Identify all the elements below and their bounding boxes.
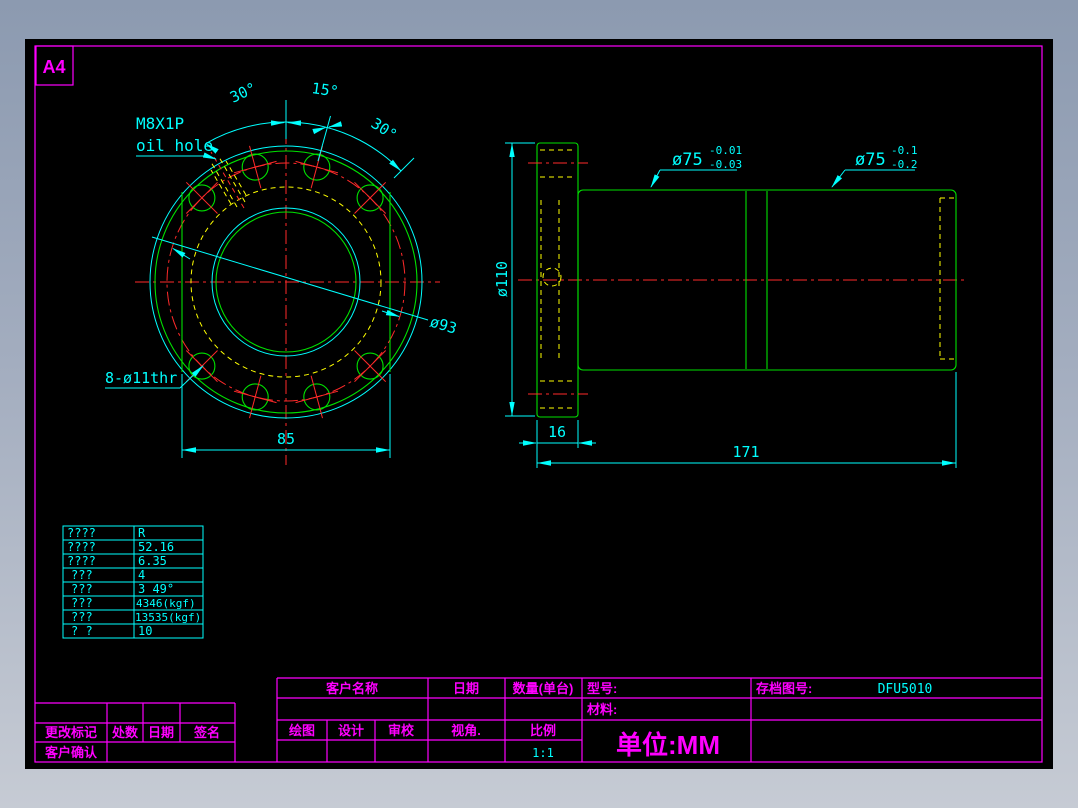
flange-thickness-label: 16 — [548, 423, 566, 441]
material-label: 材料: — [587, 702, 617, 717]
body-tol-upper: -0.1 — [891, 144, 918, 157]
flats-width-label: 85 — [277, 430, 295, 448]
flange-thickness-dimension: 16 — [519, 420, 596, 468]
archive-no-value: DFU5010 — [878, 682, 933, 697]
front-view: 30° 15° 30° M8X1P oil hole 8-ø11thr ø93 — [105, 79, 459, 465]
customer-name-label: 客户名称 — [326, 681, 378, 696]
bcd-dim-label: ø93 — [428, 313, 459, 338]
sign-label: 签名 — [193, 725, 220, 740]
bolt-pattern-label: 8-ø11thr — [105, 369, 177, 387]
change-count-label: 处数 — [111, 725, 139, 740]
bcd-dimension: ø93 — [151, 236, 459, 338]
journal-tol-upper: -0.01 — [709, 144, 742, 157]
spec-row-label: ??? — [71, 596, 93, 610]
spec-row-label: ? ? — [71, 624, 93, 638]
qty-label: 数量(单台) — [513, 681, 574, 696]
journal-dia-label: ø75 — [672, 150, 703, 170]
total-length-label: 171 — [732, 443, 759, 461]
change-date-label: 日期 — [148, 725, 174, 740]
spec-row-value: 52.16 — [138, 540, 174, 554]
spec-row-label: ??? — [71, 610, 93, 624]
oil-hole-spec-label: M8X1P — [136, 114, 184, 133]
flange-dia-label: ø110 — [493, 261, 511, 297]
unit-text: 单位:MM — [616, 730, 720, 760]
spec-row-value: 10 — [138, 624, 152, 638]
journal-tol-lower: -0.03 — [709, 158, 742, 171]
scale-label: 比例 — [530, 723, 556, 738]
oil-hole-hidden-lines — [210, 151, 247, 209]
angle-dim-left: 30° — [227, 79, 259, 107]
customer-confirm-label: 客户确认 — [45, 745, 98, 760]
angle-dim-right: 30° — [368, 114, 401, 144]
spec-row-value: R — [138, 526, 146, 540]
body-tol-lower: -0.2 — [891, 158, 918, 171]
spec-row-label: ???? — [67, 540, 96, 554]
date-label: 日期 — [453, 681, 479, 696]
spec-row-value: 4346(kgf) — [136, 597, 196, 610]
archive-no-label: 存档图号: — [756, 681, 812, 696]
angle-dim-mid: 15° — [310, 79, 339, 101]
scale-value: 1:1 — [532, 746, 554, 760]
angular-dimensions: 30° 15° 30° — [205, 79, 415, 179]
title-block: 客户名称 日期 数量(单台) 型号: 存档图号: 材料: 绘图 设计 审校 视角… — [35, 677, 1042, 762]
journal-dia-callout: ø75 -0.01 -0.03 — [650, 144, 742, 188]
total-length-dimension: 171 — [537, 372, 957, 468]
spec-row-value: 6.35 — [138, 554, 167, 568]
spec-row-value: 13535(kgf) — [135, 611, 201, 624]
spec-row-value: 3 49° — [138, 582, 174, 596]
side-hidden-lines — [528, 149, 954, 409]
cad-drawing: A4 30° 15° 30° M8X1P oil hole 8-ø11thr ø… — [34, 45, 1043, 763]
oil-hole-side — [542, 267, 562, 287]
change-mark-label: 更改标记 — [45, 725, 97, 740]
body-dia-callout: ø75 -0.1 -0.2 — [831, 144, 918, 188]
spec-row-label: ??? — [71, 582, 93, 596]
model-label: 型号: — [587, 681, 617, 696]
spec-row-label: ???? — [67, 554, 96, 568]
draw-label: 绘图 — [289, 723, 315, 738]
cad-drawing-canvas: A4 30° 15° 30° M8X1P oil hole 8-ø11thr ø… — [25, 39, 1053, 769]
check-label: 审校 — [388, 723, 415, 738]
body-dia-label: ø75 — [855, 150, 886, 170]
oil-hole-text-label: oil hole — [136, 136, 213, 155]
view-angle-label: 视角. — [451, 723, 481, 738]
spec-row-value: 4 — [138, 568, 145, 582]
spec-row-label: ??? — [71, 568, 93, 582]
spec-row-label: ???? — [67, 526, 96, 540]
side-view: ø110 ø75 -0.01 -0.03 ø75 -0.1 -0.2 16 17… — [493, 142, 968, 468]
oil-hole-callout: M8X1P oil hole — [136, 114, 217, 160]
sheet-size-label: A4 — [42, 57, 65, 77]
spec-table: ???? R ???? 52.16 ???? 6.35 ??? 4 ??? 3 … — [62, 525, 204, 639]
design-label: 设计 — [338, 723, 364, 738]
